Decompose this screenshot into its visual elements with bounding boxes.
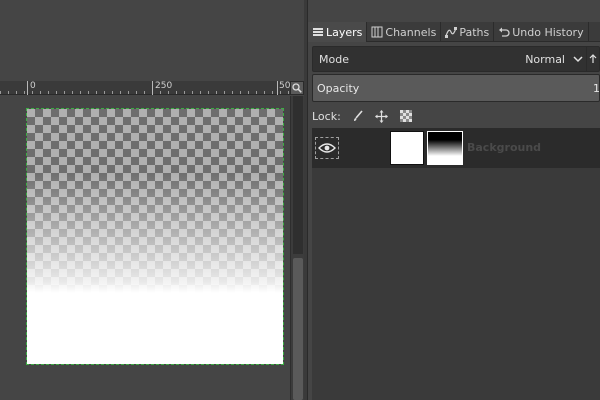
mode-value: Normal [525, 52, 565, 66]
scrollbar-thumb[interactable] [293, 258, 303, 400]
ruler-label: 50 [279, 81, 291, 91]
layer-name[interactable]: Background [467, 141, 541, 154]
mode-label: Mode [319, 52, 349, 66]
tab-undo-history[interactable]: Undo History [494, 22, 589, 42]
ruler-label: 250 [155, 81, 173, 91]
canvas-viewport[interactable] [0, 96, 290, 400]
paintbrush-icon[interactable] [351, 109, 365, 123]
ruler-tick-major [277, 81, 278, 95]
ruler-tick-major [152, 81, 153, 95]
tab-label: Layers [326, 25, 363, 39]
chain-toggle[interactable] [346, 137, 386, 159]
layer-mask-thumbnail[interactable] [427, 131, 463, 165]
opacity-value: 10 [593, 81, 600, 95]
tab-label: Paths [459, 25, 490, 39]
horizontal-ruler[interactable]: 0 250 50 [0, 81, 290, 95]
tab-channels[interactable]: Channels [367, 22, 442, 42]
move-icon[interactable] [375, 109, 389, 123]
scrollbar-track-upper [293, 96, 303, 254]
mode-select[interactable]: Mode Normal [312, 46, 600, 72]
zoom-to-fit-button[interactable] [290, 81, 304, 95]
mode-switch-icon[interactable] [587, 46, 599, 72]
ruler-label: 0 [30, 81, 36, 91]
ruler-tick-major [27, 81, 28, 95]
layers-icon [313, 28, 323, 36]
channels-icon [371, 26, 383, 38]
layer-thumbnail[interactable] [390, 131, 424, 165]
paths-icon [445, 27, 458, 38]
lock-label: Lock: [312, 109, 341, 123]
gradient-fill [27, 109, 283, 364]
canvas-area: 0 250 50 [0, 0, 308, 400]
layer-row[interactable]: Background [312, 128, 600, 168]
visibility-toggle[interactable] [315, 137, 339, 159]
undo-icon [499, 27, 510, 37]
eye-icon [318, 143, 336, 153]
lock-row: Lock: [312, 106, 413, 126]
tab-label: Undo History [512, 25, 584, 39]
tab-paths[interactable]: Paths [441, 22, 495, 42]
image-canvas[interactable] [26, 108, 284, 365]
layer-list[interactable]: Background [312, 128, 600, 400]
layers-dock: Layers Channels Paths Undo History Mode … [308, 0, 600, 400]
tab-layers[interactable]: Layers [308, 22, 368, 42]
dock-tabbar: Layers Channels Paths Undo History [308, 22, 600, 42]
chevron-down-icon[interactable] [569, 46, 587, 72]
opacity-slider[interactable]: Opacity 10 [312, 74, 600, 102]
tab-label: Channels [385, 25, 437, 39]
opacity-label: Opacity [317, 81, 360, 95]
magnifier-icon [292, 83, 302, 93]
alpha-checker-icon[interactable] [399, 109, 413, 123]
vertical-scrollbar[interactable] [290, 96, 304, 400]
